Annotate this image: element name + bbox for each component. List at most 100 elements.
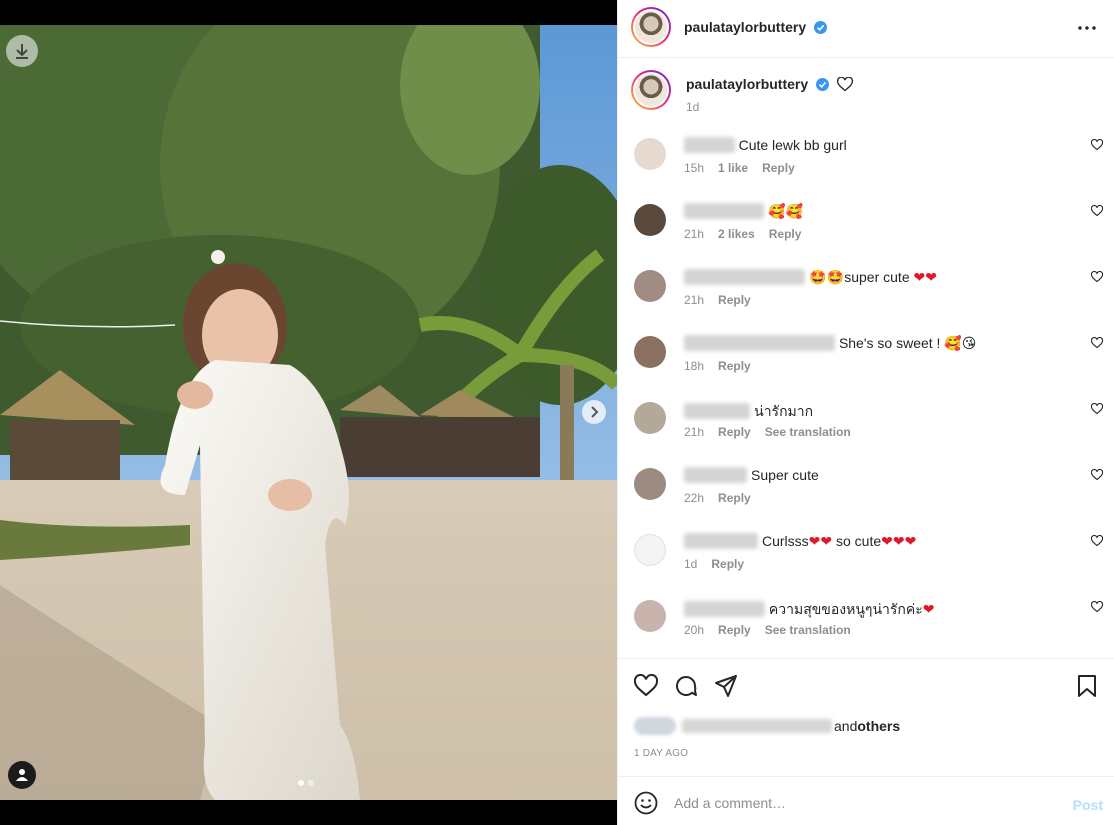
download-button[interactable]	[6, 35, 38, 67]
heart-icon[interactable]	[1091, 205, 1103, 217]
comment-time: 22h	[684, 491, 705, 505]
comment-time: 21h	[684, 425, 705, 439]
see-translation-link[interactable]: See translation	[765, 425, 851, 439]
caption-avatar[interactable]	[631, 70, 671, 110]
caption-username[interactable]: paulataylorbuttery	[686, 76, 853, 92]
verified-icon	[814, 21, 828, 34]
comment-item: sweetie999Curlsss❤❤ so cute❤❤❤ 1d Reply	[618, 526, 1114, 592]
likes-others[interactable]: others	[857, 718, 900, 734]
comment-icon[interactable]	[674, 674, 698, 698]
heart-icon[interactable]	[1091, 139, 1103, 151]
post-image[interactable]	[0, 25, 617, 800]
comment-time: 20h	[684, 623, 705, 637]
next-image-button[interactable]	[582, 400, 606, 424]
more-icon	[1078, 26, 1096, 30]
heart-icon[interactable]	[1091, 469, 1103, 481]
commenter-avatar[interactable]	[634, 270, 666, 302]
reply-button[interactable]: Reply	[718, 293, 751, 307]
reply-button[interactable]: Reply	[718, 491, 751, 505]
commenter-avatar[interactable]	[634, 534, 666, 566]
liker-avatars	[634, 717, 676, 735]
comment-item: feeranongtheangs🤩🤩super cute ❤❤ 21h Reply	[618, 262, 1114, 328]
commenter-username[interactable]: loveabundantlivealone	[684, 335, 835, 351]
comment-item: thanoonponความสุขของหนูๆน่ารักค่ะ❤ 20h Re…	[618, 592, 1114, 658]
reply-button[interactable]: Reply	[718, 359, 751, 373]
reply-button[interactable]: Reply	[769, 227, 802, 241]
next-arrow-icon	[591, 406, 599, 418]
reply-button[interactable]: Reply	[711, 557, 744, 571]
author-username[interactable]: paulataylorbuttery	[684, 19, 828, 35]
likes-summary[interactable]: and others	[634, 717, 900, 735]
comment-composer: Post	[618, 776, 1114, 825]
post-header: paulataylorbuttery	[618, 0, 1114, 58]
tagged-users-button[interactable]	[8, 761, 36, 789]
smile-icon[interactable]	[634, 791, 658, 815]
comment-emoji: 🤩🤩	[809, 270, 845, 286]
author-avatar[interactable]	[631, 7, 671, 47]
comment-text: ความสุขของหนูๆน่ารักค่ะ	[768, 601, 923, 617]
reply-button[interactable]: Reply	[718, 425, 751, 439]
comment-text: 🥰🥰	[768, 204, 803, 220]
reply-button[interactable]: Reply	[718, 623, 751, 637]
carousel-dot	[298, 780, 304, 786]
comment-item: pupu_nllyน่ารักมาก 21h Reply See translati…	[618, 394, 1114, 460]
heart-icon[interactable]	[836, 76, 853, 92]
comment-likes[interactable]: 1 like	[718, 161, 748, 175]
commenter-avatar[interactable]	[634, 336, 666, 368]
commenter-avatar[interactable]	[634, 468, 666, 500]
post-timestamp: 1 DAY AGO	[634, 748, 689, 759]
comment-item: loveabundantlivealoneShe's so sweet ! 🥰😘…	[618, 328, 1114, 394]
comment-likes[interactable]: 2 likes	[718, 227, 755, 241]
commenter-username[interactable]: marilou	[684, 137, 735, 153]
comment-item: prettyahaSuper cute 22h Reply	[618, 460, 1114, 526]
like-heart-icon[interactable]	[634, 674, 658, 698]
download-icon	[16, 44, 28, 59]
comment-input[interactable]	[674, 789, 1054, 817]
commenter-username[interactable]: thanoonpon	[684, 601, 765, 617]
comment-emoji: ❤❤	[808, 534, 833, 550]
heart-icon[interactable]	[1091, 337, 1103, 349]
liker-username[interactable]	[682, 719, 832, 733]
comment-text: She's so sweet !	[838, 335, 945, 351]
save-icon[interactable]	[1075, 674, 1099, 698]
post-modal: paulataylorbuttery paulataylorbuttery 1d…	[0, 0, 1114, 825]
comment-time: 1d	[684, 557, 698, 571]
post-button[interactable]: Post	[1073, 797, 1103, 813]
user-tag-icon	[16, 769, 28, 781]
caption-time: 1d	[686, 100, 700, 114]
share-icon[interactable]	[714, 674, 738, 698]
comment-time: 18h	[684, 359, 705, 373]
commenter-username[interactable]: feeranongtheangs	[684, 269, 806, 285]
reply-button[interactable]: Reply	[762, 161, 795, 175]
heart-icon[interactable]	[1091, 601, 1103, 613]
comment-text: Cute lewk bb gurl	[738, 137, 847, 153]
comment-time: 21h	[684, 293, 705, 307]
action-bar: and others 1 DAY AGO	[618, 658, 1114, 775]
commenter-username[interactable]: marcoabout	[684, 203, 765, 219]
heart-icon[interactable]	[1091, 271, 1103, 283]
post-sidebar: paulataylorbuttery paulataylorbuttery 1d…	[617, 0, 1114, 825]
commenter-username[interactable]: pupu_nlly	[684, 403, 751, 419]
beach-photo	[0, 25, 617, 800]
more-options-button[interactable]	[1075, 16, 1099, 40]
comment-emoji: ❤❤❤	[881, 534, 917, 550]
comment-emoji: 🥰😘	[944, 336, 977, 352]
comment-time: 21h	[684, 227, 705, 241]
heart-icon[interactable]	[1091, 403, 1103, 415]
comment-emoji: ❤❤	[913, 270, 937, 286]
comment-text: so cute	[832, 533, 882, 549]
heart-icon[interactable]	[1091, 535, 1103, 547]
comment-text: น่ารักมาก	[754, 403, 814, 419]
commenter-username[interactable]: prettyaha	[684, 467, 748, 483]
carousel-indicator	[298, 780, 314, 786]
see-translation-link[interactable]: See translation	[765, 623, 851, 637]
commenter-avatar[interactable]	[634, 138, 666, 170]
carousel-dot	[308, 780, 314, 786]
commenter-avatar[interactable]	[634, 600, 666, 632]
likes-text: and	[834, 718, 858, 734]
comment-emoji: ❤	[922, 602, 935, 618]
comment-text: Super cute	[751, 467, 819, 483]
commenter-username[interactable]: sweetie999	[684, 533, 758, 549]
commenter-avatar[interactable]	[634, 402, 666, 434]
commenter-avatar[interactable]	[634, 204, 666, 236]
